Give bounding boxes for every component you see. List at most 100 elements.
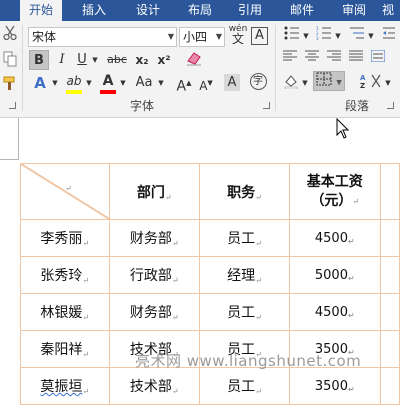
chevron-down-icon[interactable]: ▼: [156, 73, 166, 93]
align-center-icon[interactable]: [303, 49, 321, 69]
chevron-down-icon[interactable]: ▼: [384, 73, 392, 93]
enclose-characters-button[interactable]: 字: [248, 72, 268, 92]
tab-view[interactable]: 视: [382, 0, 400, 21]
salary-cell[interactable]: 5000↵: [288, 256, 381, 294]
character-border-button[interactable]: A: [251, 27, 268, 45]
chevron-down-icon[interactable]: ▼: [336, 79, 341, 87]
distributed-icon[interactable]: [369, 49, 387, 69]
group-separator: [22, 25, 23, 111]
bullets-icon[interactable]: [281, 26, 303, 46]
dept-cell[interactable]: 行政部↵: [108, 256, 200, 294]
salary-cell[interactable]: 4500↵: [288, 293, 381, 331]
page-margin-marker: [0, 118, 19, 160]
chevron-down-icon[interactable]: ▼: [50, 73, 60, 93]
paragraph-launcher-icon[interactable]: [387, 102, 394, 109]
chevron-down-icon[interactable]: ▼: [118, 73, 128, 93]
multilevel-list-icon[interactable]: [346, 26, 368, 46]
name-cell[interactable]: 莫振垣↵: [20, 367, 110, 405]
chevron-down-icon[interactable]: ▼: [168, 28, 174, 46]
header-cell[interactable]: 部门↵: [108, 163, 200, 220]
overflow-cell[interactable]: [379, 163, 400, 220]
shrink-font-button[interactable]: A▼: [198, 73, 214, 93]
paragraph-mark-icon: ↵: [82, 276, 90, 285]
sort-icon[interactable]: AZ: [358, 73, 384, 93]
paragraph-mark-icon: ↵: [82, 313, 90, 322]
italic-button[interactable]: I: [53, 50, 71, 70]
name-cell[interactable]: 张秀玲↵: [20, 256, 110, 294]
highlight-color-swatch: [66, 90, 82, 94]
overflow-cell[interactable]: [379, 219, 400, 257]
title-cell[interactable]: 员工↵: [198, 219, 290, 257]
superscript-button[interactable]: x²: [154, 50, 174, 70]
chevron-down-icon[interactable]: ▼: [302, 26, 310, 46]
salary-cell[interactable]: 4500↵: [288, 219, 381, 257]
header-salary-unit: （元）: [310, 192, 353, 209]
tab-review[interactable]: 审阅: [330, 0, 378, 21]
highlight-button[interactable]: ab: [64, 71, 84, 94]
overflow-cell[interactable]: [379, 367, 400, 405]
font-color-button[interactable]: A: [98, 71, 118, 94]
paragraph-mark-icon: ↵: [352, 196, 360, 206]
clear-formatting-icon[interactable]: [184, 50, 204, 70]
header-cell[interactable]: 职务↵: [198, 163, 290, 220]
title-cell[interactable]: 员工↵: [198, 293, 290, 331]
paragraph-mark-icon: ↵: [255, 192, 262, 202]
chevron-down-icon[interactable]: ▼: [90, 50, 100, 70]
character-shading-button[interactable]: A: [222, 73, 242, 93]
text-effects-button[interactable]: A: [30, 73, 50, 93]
chevron-down-icon[interactable]: ▼: [367, 26, 375, 46]
clipboard-launcher-icon[interactable]: [9, 102, 16, 109]
salary-cell[interactable]: 3500↵: [288, 367, 381, 405]
phonetic-guide-button[interactable]: wén 文: [228, 24, 248, 45]
grow-font-button[interactable]: A▲: [176, 73, 192, 95]
strikethrough-button[interactable]: abc: [104, 50, 130, 70]
overflow-cell[interactable]: [379, 256, 400, 294]
name-cell[interactable]: 李秀丽↵: [20, 219, 110, 257]
paragraph-mark-icon: ↵: [347, 384, 355, 394]
chevron-down-icon[interactable]: ▼: [84, 73, 94, 93]
employee-salary: 4500: [314, 230, 348, 246]
align-right-icon[interactable]: [325, 49, 343, 69]
tab-references[interactable]: 引用: [226, 0, 274, 21]
numbering-icon[interactable]: 123: [313, 26, 335, 46]
dept-cell[interactable]: 财务部↵: [108, 219, 200, 257]
title-cell[interactable]: 员工↵: [198, 367, 290, 405]
tab-home[interactable]: 开始: [20, 0, 62, 21]
header-cell[interactable]: 基本工资 （元）↵: [288, 163, 381, 220]
bold-button[interactable]: B: [29, 50, 49, 70]
name-cell[interactable]: 秦阳祥↵: [20, 330, 110, 368]
subscript-button[interactable]: x₂: [132, 50, 152, 70]
change-case-button[interactable]: Aa: [132, 73, 156, 93]
chevron-down-icon[interactable]: ▼: [301, 73, 309, 93]
employee-salary: 5000: [314, 267, 348, 283]
font-launcher-icon[interactable]: [263, 102, 270, 109]
tab-layout[interactable]: 布局: [176, 0, 224, 21]
shading-icon[interactable]: [281, 73, 301, 93]
title-cell[interactable]: 经理↵: [198, 256, 290, 294]
tab-insert[interactable]: 插入: [70, 0, 118, 21]
font-name-combo[interactable]: 宋体 ▼: [28, 27, 177, 47]
paragraph-mark-icon: ↵: [347, 310, 355, 320]
cut-icon[interactable]: [2, 25, 18, 45]
paragraph-mark-icon: ↵: [255, 276, 262, 285]
tab-design[interactable]: 设计: [124, 0, 172, 21]
align-left-icon[interactable]: [281, 49, 299, 69]
format-painter-icon[interactable]: [2, 75, 18, 95]
name-cell[interactable]: 林银媛↵: [20, 293, 110, 331]
overflow-cell[interactable]: [379, 293, 400, 331]
employee-name: 李秀丽: [40, 231, 83, 247]
chevron-down-icon[interactable]: ▼: [334, 26, 342, 46]
overflow-cell[interactable]: [379, 330, 400, 368]
dept-cell[interactable]: 财务部↵: [108, 293, 200, 331]
decrease-indent-icon[interactable]: [380, 26, 398, 46]
copy-icon[interactable]: [2, 51, 18, 71]
dept-cell[interactable]: 技术部↵: [108, 367, 200, 405]
header-dept: 部门: [136, 184, 165, 201]
underline-button[interactable]: U: [74, 50, 90, 70]
justify-icon[interactable]: [347, 49, 365, 69]
borders-button[interactable]: ▼: [313, 71, 345, 91]
diagonal-header-cell[interactable]: ↵: [20, 163, 111, 220]
chevron-down-icon[interactable]: ▼: [216, 28, 222, 46]
tab-mailings[interactable]: 邮件: [278, 0, 326, 21]
font-size-combo[interactable]: 小四 ▼: [179, 27, 225, 47]
